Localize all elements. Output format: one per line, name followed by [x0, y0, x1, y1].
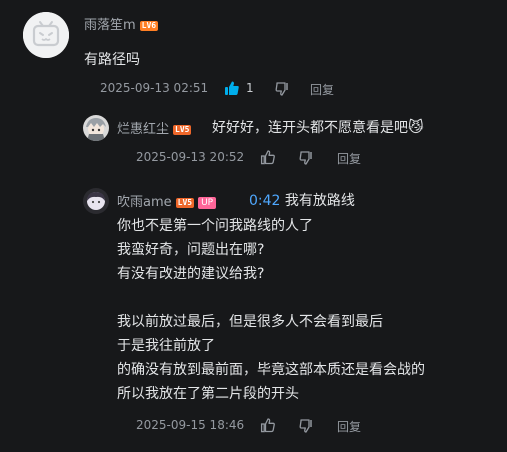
reply-avatar[interactable] — [83, 188, 109, 214]
reply-line — [117, 286, 425, 310]
reply-avatar[interactable] — [83, 115, 109, 141]
thumbs-up-icon — [260, 150, 275, 165]
username[interactable]: 雨落笙m — [84, 18, 136, 33]
bilibili-tv-avatar-icon — [23, 12, 69, 58]
like-button[interactable] — [224, 80, 240, 100]
thumbs-down-icon — [299, 419, 312, 433]
reply-first-line: 0:42 我有放路线 — [249, 190, 355, 210]
level-badge: LV5 — [173, 124, 192, 135]
reply-time: 2025-09-15 18:46 — [136, 418, 245, 432]
up-badge: UP — [198, 196, 217, 209]
username[interactable]: 烂惠红尘 — [117, 122, 169, 137]
anime-character-avatar-icon — [83, 188, 109, 214]
reply-author[interactable]: 烂惠红尘 LV5 — [117, 118, 192, 137]
timestamp-link[interactable]: 0:42 — [249, 193, 280, 209]
comment-author[interactable]: 雨落笙m LV6 — [84, 14, 159, 33]
dislike-button[interactable] — [298, 150, 314, 170]
reply-line: 我以前放过最后，但是很多人不会看到最后 — [117, 314, 383, 330]
anime-character-avatar-icon — [83, 115, 109, 141]
reply-text-content: 好好好，连开头都不愿意看是吧 — [212, 120, 408, 136]
dislike-button[interactable] — [274, 81, 290, 101]
user-avatar[interactable] — [23, 12, 69, 58]
reply-line: 的确没有放到最前面，毕竟这部本质还是看会战的 — [117, 362, 425, 378]
like-button[interactable] — [260, 149, 276, 169]
like-count: 1 — [246, 81, 254, 95]
thumbs-down-icon — [275, 82, 288, 96]
reply-line: 于是我往前放了 — [117, 338, 215, 354]
reply-button[interactable]: 回复 — [337, 150, 361, 167]
reply-text-content: 我有放路线 — [284, 193, 355, 209]
cat-emoji-icon: 😼 — [408, 118, 424, 136]
reply-line: 有没有改进的建议给我? — [117, 266, 265, 282]
username[interactable]: 吹雨ame — [117, 195, 172, 210]
reply-line: 你也不是第一个问我路线的人了 — [117, 218, 313, 234]
level-badge: LV6 — [139, 20, 159, 31]
reply-text: 你也不是第一个问我路线的人了 我蛮好奇，问题出在哪? 有没有改进的建议给我? 我… — [117, 214, 425, 406]
dislike-button[interactable] — [298, 418, 314, 438]
thumbs-up-icon — [260, 418, 275, 433]
reply-button[interactable]: 回复 — [310, 81, 334, 98]
reply-button[interactable]: 回复 — [337, 418, 361, 435]
thumbs-up-filled-icon — [225, 81, 239, 95]
comment-time: 2025-09-13 02:51 — [100, 81, 209, 95]
reply-text: 好好好，连开头都不愿意看是吧😼 — [212, 117, 424, 137]
reply-line: 所以我放在了第二片段的开头 — [117, 386, 299, 402]
thumbs-down-icon — [299, 151, 312, 165]
reply-time: 2025-09-13 20:52 — [136, 150, 245, 164]
like-button[interactable] — [260, 417, 276, 437]
reply-author[interactable]: 吹雨ame LV5 UP — [117, 191, 217, 210]
comment-text: 有路径吗 — [84, 52, 140, 68]
reply-line: 我蛮好奇，问题出在哪? — [117, 242, 265, 258]
level-badge: LV5 — [175, 197, 195, 208]
